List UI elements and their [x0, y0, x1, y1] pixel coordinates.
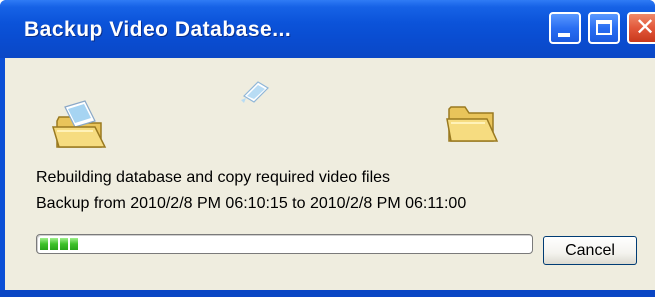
cancel-button[interactable]: Cancel: [543, 236, 637, 265]
minimize-button[interactable]: [549, 12, 581, 44]
progress-bar: [36, 234, 533, 254]
progress-segment: [70, 238, 78, 250]
close-icon: ✕: [635, 14, 655, 41]
maximize-icon: [596, 20, 612, 35]
progress-fill: [40, 238, 78, 250]
title-bar[interactable]: Backup Video Database... ✕: [0, 0, 655, 58]
backup-dialog-window: Backup Video Database... ✕ Rebuilding da…: [0, 0, 655, 297]
open-folder-icon: [51, 93, 107, 158]
dialog-body: Rebuilding database and copy required vi…: [5, 58, 655, 290]
status-message: Rebuilding database and copy required vi…: [36, 169, 391, 186]
close-button[interactable]: ✕: [627, 12, 655, 44]
folder-icon: [445, 101, 499, 150]
maximize-button[interactable]: [588, 12, 620, 44]
progress-segment: [40, 238, 48, 250]
window-bottom-border: [0, 290, 655, 297]
progress-segment: [60, 238, 68, 250]
progress-segment: [50, 238, 58, 250]
minimize-icon: [558, 33, 570, 37]
flying-document-icon: [240, 78, 272, 109]
backup-range-text: Backup from 2010/2/8 PM 06:10:15 to 2010…: [36, 195, 467, 212]
window-title: Backup Video Database...: [24, 18, 292, 41]
